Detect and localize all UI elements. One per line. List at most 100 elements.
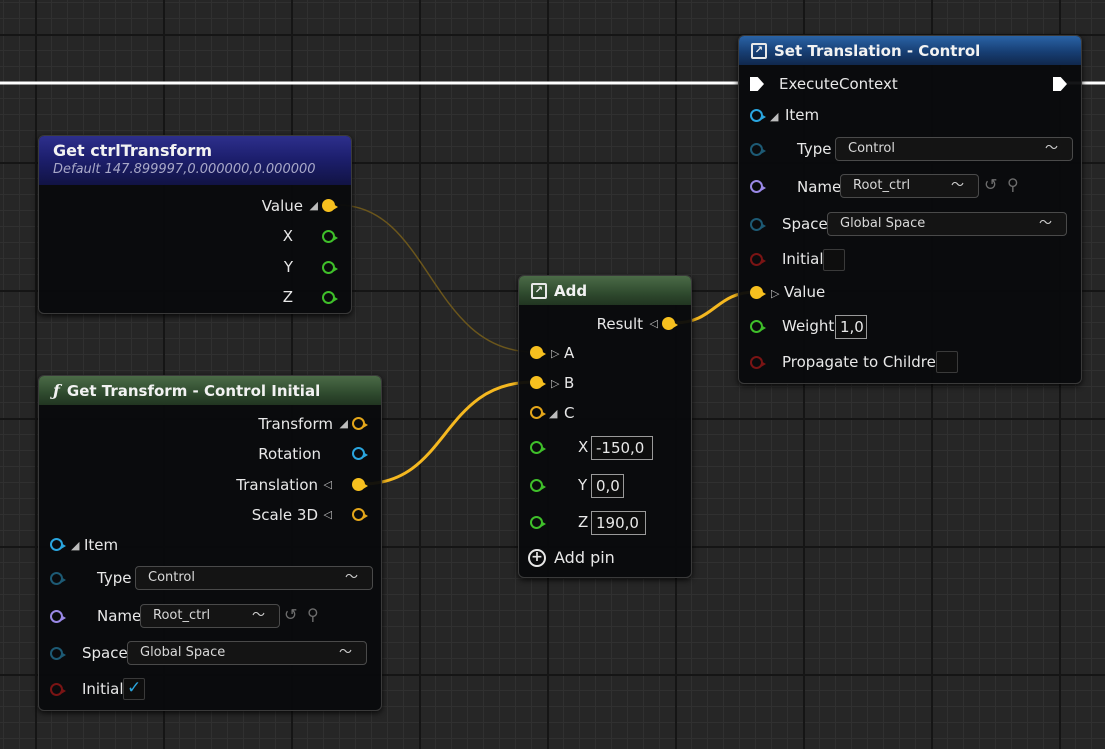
add-header[interactable]: ↗ Add xyxy=(519,276,691,305)
type-input-pin[interactable] xyxy=(750,143,766,156)
transform-expand-icon[interactable]: ◢ xyxy=(340,417,348,430)
type-dropdown[interactable]: Control ～ xyxy=(835,137,1073,161)
c-x-pin-label: X xyxy=(578,438,589,456)
initial-pin-label: Initial xyxy=(82,680,124,698)
name-input-pin[interactable] xyxy=(750,180,766,193)
weight-pin-label: Weight xyxy=(782,317,835,335)
weight-value-input[interactable]: 1,0 xyxy=(835,315,867,339)
translation-expand-icon[interactable]: ◁ xyxy=(324,478,332,491)
result-expand-icon[interactable]: ◁ xyxy=(650,317,658,330)
type-dropdown[interactable]: Control ～ xyxy=(135,566,373,590)
search-icon[interactable]: ⚲ xyxy=(1007,175,1019,194)
result-output-pin[interactable] xyxy=(662,317,678,330)
space-dropdown[interactable]: Global Space ～ xyxy=(827,212,1067,236)
value-output-pin[interactable] xyxy=(322,199,338,212)
search-icon[interactable]: ⚲ xyxy=(307,605,319,624)
y-output-pin[interactable] xyxy=(322,261,338,274)
space-pin-label: Space xyxy=(782,215,828,233)
name-dropdown[interactable]: Root_ctrl ～ xyxy=(840,174,979,198)
name-dropdown[interactable]: Root_ctrl ～ xyxy=(140,604,280,628)
type-dropdown-value: Control xyxy=(148,570,195,585)
value-pin-label: Value xyxy=(261,197,303,215)
propagate-checkbox[interactable] xyxy=(936,351,958,373)
c-y-pin-label: Y xyxy=(578,476,588,494)
z-output-pin[interactable] xyxy=(322,291,338,304)
plus-circle-icon: + xyxy=(528,548,546,567)
name-dropdown-value: Root_ctrl xyxy=(853,178,911,193)
get-transform-node[interactable]: ƒ Get Transform - Control Initial Transf… xyxy=(38,375,382,711)
type-pin-label: Type xyxy=(97,569,132,587)
translation-pin-label: Translation xyxy=(236,476,318,494)
space-input-pin[interactable] xyxy=(750,218,766,231)
space-dropdown-value: Global Space xyxy=(140,645,226,660)
y-pin-label: Y xyxy=(283,258,293,276)
execute-input-pin[interactable] xyxy=(750,77,764,91)
item-input-pin[interactable] xyxy=(50,538,66,551)
arrow-left-circle-icon[interactable]: ↺ xyxy=(984,175,997,194)
scale-expand-icon[interactable]: ◁ xyxy=(324,508,332,521)
name-pin-label: Name xyxy=(97,607,142,625)
type-input-pin[interactable] xyxy=(50,572,66,585)
chevron-down-icon: ～ xyxy=(950,178,964,193)
initial-checkbox[interactable] xyxy=(823,249,845,271)
wire-translation-to-add-b[interactable] xyxy=(361,380,535,486)
execute-output-pin[interactable] xyxy=(1053,77,1067,91)
add-node[interactable]: ↗ Add Result ◁ ▷ A ▷ B ◢ C X -150,0 Y 0,… xyxy=(518,275,692,578)
initial-input-pin[interactable] xyxy=(750,253,766,266)
rig-unit-icon: ↗ xyxy=(531,282,547,299)
chevron-down-icon: ～ xyxy=(344,570,358,585)
item-expand-icon[interactable]: ◢ xyxy=(770,110,778,123)
chevron-down-icon: ～ xyxy=(251,608,265,623)
item-expand-icon[interactable]: ◢ xyxy=(71,539,79,552)
get-ctrl-transform-node[interactable]: Get ctrlTransform Default 147.899997,0.0… xyxy=(38,135,352,314)
b-expand-icon[interactable]: ▷ xyxy=(551,377,559,390)
transform-pin-label: Transform xyxy=(258,415,333,433)
propagate-pin-label: Propagate to Children xyxy=(782,353,946,371)
value-pin-label: Value xyxy=(784,283,826,301)
b-input-pin[interactable] xyxy=(530,376,546,389)
name-pin-label: Name xyxy=(797,178,842,196)
space-dropdown[interactable]: Global Space ～ xyxy=(127,641,367,665)
get-ctrl-transform-header[interactable]: Get ctrlTransform Default 147.899997,0.0… xyxy=(39,136,351,185)
arrow-left-circle-icon[interactable]: ↺ xyxy=(284,605,297,624)
wire-ctrl-value-to-add-a[interactable] xyxy=(337,204,535,353)
name-input-pin[interactable] xyxy=(50,610,66,623)
transform-output-pin[interactable] xyxy=(352,417,368,430)
result-pin-label: Result xyxy=(596,315,643,333)
c-z-input-pin[interactable] xyxy=(530,516,546,529)
get-transform-header[interactable]: ƒ Get Transform - Control Initial xyxy=(39,376,381,405)
c-x-value-input[interactable]: -150,0 xyxy=(591,436,653,460)
initial-pin-label: Initial xyxy=(782,250,824,268)
name-dropdown-value: Root_ctrl xyxy=(153,608,211,623)
c-input-pin[interactable] xyxy=(530,406,546,419)
a-expand-icon[interactable]: ▷ xyxy=(551,347,559,360)
c-y-value-input[interactable]: 0,0 xyxy=(591,474,624,498)
space-input-pin[interactable] xyxy=(50,647,66,660)
initial-checkbox[interactable]: ✓ xyxy=(123,678,145,700)
c-z-value-input[interactable]: 190,0 xyxy=(591,511,646,535)
scale-output-pin[interactable] xyxy=(352,508,368,521)
propagate-input-pin[interactable] xyxy=(750,356,766,369)
execute-context-label: ExecuteContext xyxy=(779,75,898,93)
translation-output-pin[interactable] xyxy=(352,478,368,491)
c-y-input-pin[interactable] xyxy=(530,479,546,492)
rotation-output-pin[interactable] xyxy=(352,447,368,460)
c-expand-icon[interactable]: ◢ xyxy=(549,407,557,420)
add-pin-button[interactable]: + Add pin xyxy=(528,548,615,567)
value-expand-icon[interactable]: ▷ xyxy=(771,287,779,300)
set-translation-header[interactable]: ↗ Set Translation - Control xyxy=(739,36,1081,65)
weight-input-pin[interactable] xyxy=(750,320,766,333)
item-input-pin[interactable] xyxy=(750,109,766,122)
get-ctrl-transform-default: Default 147.899997,0.000000,0.000000 xyxy=(53,162,316,177)
value-input-pin[interactable] xyxy=(750,286,766,299)
set-translation-node[interactable]: ↗ Set Translation - Control ExecuteConte… xyxy=(738,35,1082,384)
initial-input-pin[interactable] xyxy=(50,683,66,696)
scale-pin-label: Scale 3D xyxy=(251,506,318,524)
a-input-pin[interactable] xyxy=(530,346,546,359)
type-dropdown-value: Control xyxy=(848,141,895,156)
x-output-pin[interactable] xyxy=(322,230,338,243)
c-x-input-pin[interactable] xyxy=(530,441,546,454)
value-expand-icon[interactable]: ◢ xyxy=(310,199,318,212)
add-pin-label: Add pin xyxy=(554,548,615,567)
item-pin-label: Item xyxy=(84,536,119,554)
